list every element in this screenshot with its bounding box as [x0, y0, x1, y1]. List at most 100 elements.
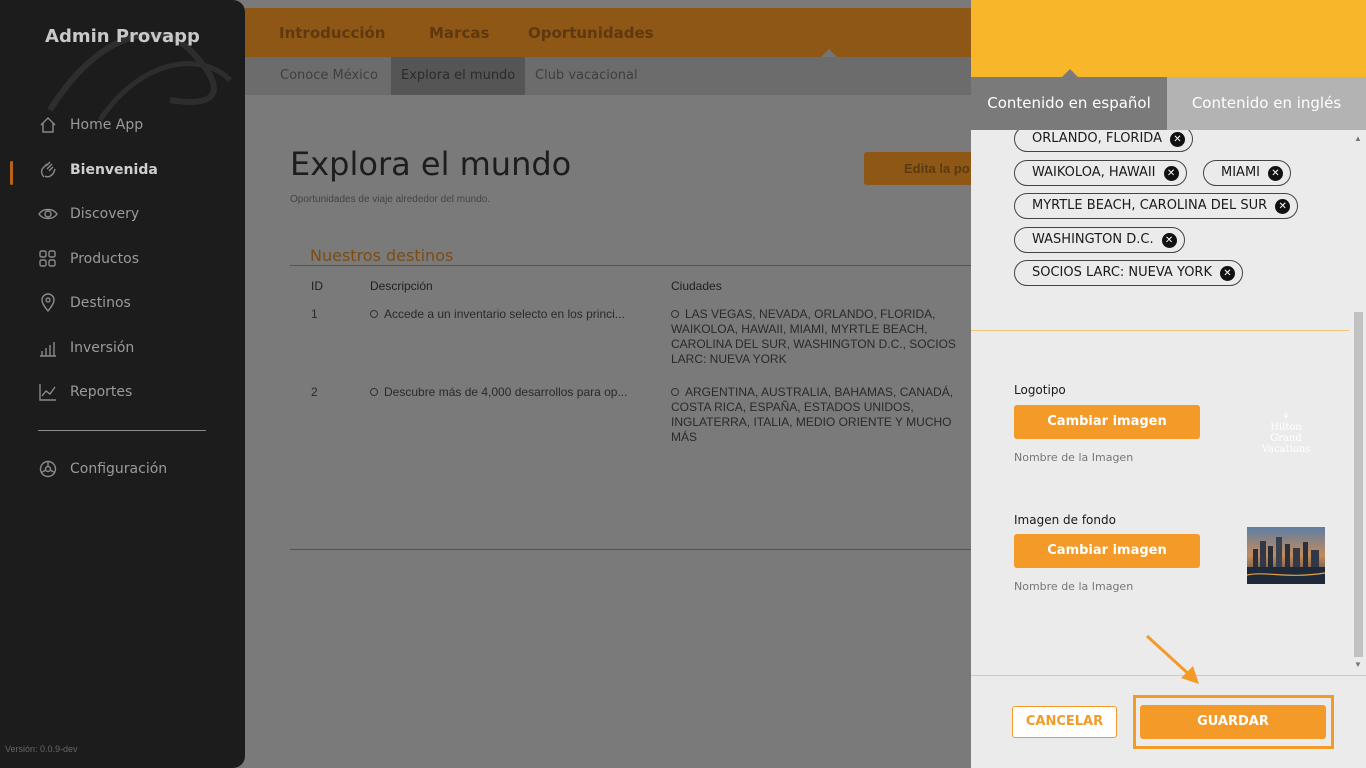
section-divider: [290, 265, 971, 266]
sidebar-item-label: Destinos: [70, 295, 131, 311]
row-cities: LAS VEGAS, NEVADA, ORLANDO, FLORIDA, WAI…: [671, 307, 956, 366]
edit-panel: Contenido en español Contenido en inglés…: [971, 0, 1366, 768]
change-background-button[interactable]: Cambiar imagen: [1014, 534, 1200, 568]
row-description: Descubre más de 4,000 desarrollos para o…: [370, 385, 632, 400]
logo-symbol-icon: ⚘: [1281, 412, 1291, 422]
row-id: 1: [311, 307, 318, 321]
section-title: Nuestros destinos: [310, 246, 454, 265]
bullet-icon: [671, 309, 679, 318]
sidebar-item-label: Reportes: [70, 384, 133, 400]
panel-scroll-area[interactable]: ORLANDO, FLORIDA ✕ WAIKOLOA, HAWAII ✕ MI…: [971, 130, 1349, 675]
column-header-id: ID: [311, 279, 323, 293]
tab-contenido-ingles[interactable]: Contenido en inglés: [1167, 77, 1366, 130]
eye-icon: [38, 208, 58, 220]
chip-label: SOCIOS LARC: NUEVA YORK: [1032, 265, 1212, 280]
tab-contenido-espanol[interactable]: Contenido en español: [971, 77, 1167, 130]
sidebar-item-configuracion[interactable]: Configuración: [38, 458, 167, 480]
remove-chip-icon[interactable]: ✕: [1169, 132, 1185, 147]
city-chip: WAIKOLOA, HAWAII ✕: [1014, 160, 1187, 186]
panel-scrollbar[interactable]: ▲ ▼: [1350, 130, 1366, 675]
sidebar-item-reportes[interactable]: Reportes: [38, 381, 132, 403]
logo-label: Logotipo: [1014, 383, 1066, 397]
edit-button[interactable]: Edita la po: [864, 152, 971, 185]
sidebar-item-home-app[interactable]: Home App: [38, 114, 143, 136]
city-chip: MYRTLE BEACH, CAROLINA DEL SUR ✕: [1014, 193, 1299, 219]
chip-label: ORLANDO, FLORIDA: [1032, 131, 1162, 146]
chip-label: WASHINGTON D.C.: [1032, 232, 1154, 247]
city-chip: MIAMI ✕: [1203, 160, 1291, 186]
subtab-explora-el-mundo[interactable]: Explora el mundo: [391, 57, 526, 95]
section-bottom-divider: [290, 549, 971, 550]
subtab-club-vacacional[interactable]: Club vacacional: [535, 57, 638, 95]
active-indicator: [10, 161, 13, 185]
remove-chip-icon[interactable]: ✕: [1268, 166, 1283, 181]
background-filename: Nombre de la Imagen: [1014, 580, 1134, 593]
sidebar-item-label: Configuración: [70, 461, 168, 477]
home-icon: [40, 117, 56, 133]
sidebar-item-label: Home App: [70, 117, 144, 133]
active-tab-caret: [821, 49, 837, 57]
line-chart-icon: [39, 384, 56, 401]
save-button[interactable]: GUARDAR: [1140, 705, 1326, 739]
sidebar-item-label: Inversión: [70, 340, 135, 356]
tab-oportunidades[interactable]: Oportunidades: [528, 24, 654, 42]
row-cities: ARGENTINA, AUSTRALIA, BAHAMAS, CANADÁ, C…: [671, 385, 954, 444]
column-header-cities: Ciudades: [671, 279, 722, 293]
sidebar-item-label: Bienvenida: [70, 162, 158, 178]
sidebar-item-label: Discovery: [70, 206, 140, 222]
settings-icon: [39, 460, 57, 478]
bullet-icon: [671, 387, 679, 396]
sidebar-item-label: Productos: [70, 251, 140, 267]
top-navigation: Introducción Marcas Oportunidades: [245, 8, 971, 57]
pointer-arrow-icon: [1145, 634, 1199, 684]
sidebar-item-discovery[interactable]: Discovery: [38, 203, 139, 225]
sidebar-divider: [38, 430, 206, 431]
column-header-description: Descripción: [370, 279, 433, 293]
bullet-icon: [370, 387, 378, 396]
tab-introduccion[interactable]: Introducción: [279, 24, 385, 42]
section-divider: [971, 330, 1349, 331]
sidebar-item-bienvenida[interactable]: Bienvenida: [38, 159, 158, 181]
scroll-down-icon[interactable]: ▼: [1354, 660, 1362, 669]
grid-icon: [39, 250, 56, 267]
sidebar-item-productos[interactable]: Productos: [38, 248, 139, 270]
row-description: Accede a un inventario selecto en los pr…: [370, 307, 632, 322]
logo-preview-line2: Grand Vacations: [1261, 433, 1311, 455]
change-logo-button[interactable]: Cambiar imagen: [1014, 405, 1200, 439]
remove-chip-icon[interactable]: ✕: [1275, 199, 1291, 214]
chip-label: MYRTLE BEACH, CAROLINA DEL SUR: [1032, 198, 1268, 213]
background-label: Imagen de fondo: [1014, 513, 1116, 527]
chip-label: WAIKOLOA, HAWAII: [1032, 165, 1156, 180]
sidebar-item-destinos[interactable]: Destinos: [38, 292, 131, 314]
city-chip: ORLANDO, FLORIDA ✕: [1014, 130, 1193, 152]
page-subtitle: Oportunidades de viaje alrededor del mun…: [290, 194, 491, 205]
panel-header: [971, 0, 1366, 77]
cancel-button[interactable]: CANCELAR: [1012, 706, 1117, 738]
version-label: Versión: 0.0.9-dev: [5, 744, 78, 754]
sub-navigation: Conoce México Explora el mundo Club vaca…: [245, 57, 971, 95]
app-brand: Admin Provapp: [45, 26, 200, 47]
page-title: Explora el mundo: [290, 145, 572, 183]
scroll-up-icon[interactable]: ▲: [1354, 134, 1362, 143]
city-chip: WASHINGTON D.C. ✕: [1014, 227, 1185, 253]
sidebar-item-inversion[interactable]: Inversión: [38, 337, 134, 359]
subtab-conoce-mexico[interactable]: Conoce México: [280, 57, 378, 95]
tab-marcas[interactable]: Marcas: [429, 24, 489, 42]
logo-preview-line1: Hilton: [1270, 422, 1302, 433]
waving-hand-icon: [40, 161, 56, 178]
chip-label: MIAMI: [1221, 165, 1260, 180]
bar-chart-icon: [40, 342, 56, 357]
background-preview-image: [1247, 527, 1325, 584]
scrollbar-thumb[interactable]: [1354, 312, 1363, 657]
remove-chip-icon[interactable]: ✕: [1219, 266, 1235, 281]
logo-filename: Nombre de la Imagen: [1014, 451, 1134, 464]
logo-preview: ⚘ Hilton Grand Vacations: [1246, 412, 1326, 455]
city-chip: SOCIOS LARC: NUEVA YORK ✕: [1014, 260, 1243, 286]
row-id: 2: [311, 385, 318, 399]
remove-chip-icon[interactable]: ✕: [1163, 166, 1179, 181]
bullet-icon: [370, 309, 378, 318]
remove-chip-icon[interactable]: ✕: [1161, 233, 1177, 248]
active-tab-caret: [1061, 69, 1079, 78]
map-pin-icon: [41, 293, 55, 313]
sidebar: Admin Provapp Home App Bienvenida Discov…: [0, 0, 245, 768]
